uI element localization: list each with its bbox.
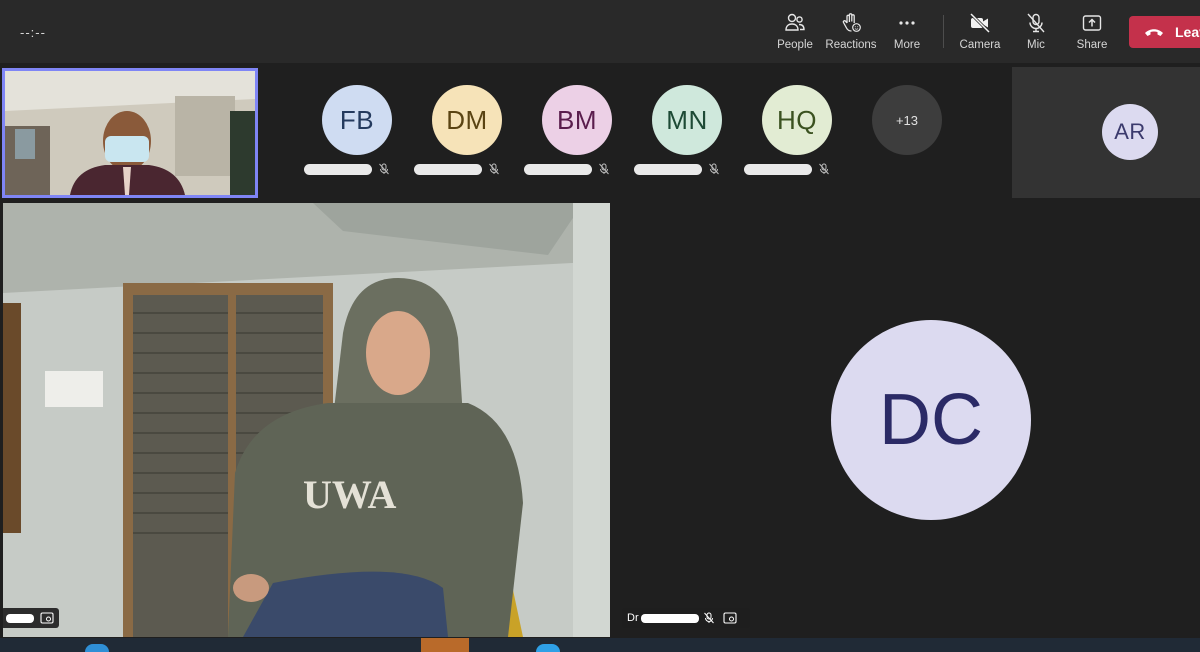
meeting-window: --:-- People Reactions More Camera Mic S… xyxy=(0,0,1200,652)
name-redacted xyxy=(6,613,34,623)
taskbar-app-icon[interactable] xyxy=(421,638,469,652)
reactions-button[interactable]: Reactions xyxy=(822,10,880,58)
avatar: HQ xyxy=(762,85,832,155)
more-button[interactable]: More xyxy=(878,10,936,58)
share-icon xyxy=(1082,15,1102,31)
camera-label: Camera xyxy=(959,39,1001,51)
avatar: DM xyxy=(432,85,502,155)
reactions-label: Reactions xyxy=(825,39,877,51)
main-video[interactable]: UWA xyxy=(3,203,610,637)
meeting-timer: --:-- xyxy=(20,25,46,40)
share-button[interactable]: Share xyxy=(1063,10,1121,58)
avatar: BM xyxy=(542,85,612,155)
camera-off-icon xyxy=(969,12,991,34)
mic-button[interactable]: Mic xyxy=(1007,10,1065,58)
participant-name-redacted xyxy=(524,164,592,175)
participant-name-redacted xyxy=(414,164,482,175)
hoodie-text: UWA xyxy=(303,472,396,517)
mic-off-icon xyxy=(379,163,389,175)
avatar: FB xyxy=(322,85,392,155)
participant-tile[interactable]: BM xyxy=(522,85,632,180)
people-button[interactable]: People xyxy=(766,10,824,58)
name-redacted xyxy=(640,613,699,623)
leave-button[interactable]: Leave xyxy=(1129,16,1200,48)
hang-up-icon xyxy=(1145,29,1163,36)
participant-tile[interactable]: FB xyxy=(302,85,412,180)
avatar: MN xyxy=(652,85,722,155)
taskbar-app-icon[interactable] xyxy=(85,644,109,652)
meeting-toolbar: --:-- People Reactions More Camera Mic S… xyxy=(0,0,1200,63)
mic-off-icon xyxy=(599,163,609,175)
mic-off-icon xyxy=(703,612,714,624)
main-video-feed: UWA xyxy=(3,203,610,637)
more-label: More xyxy=(893,39,921,51)
pin-icon xyxy=(40,612,54,624)
taskbar-app-icon[interactable] xyxy=(536,644,560,652)
more-participants-button[interactable]: +13 xyxy=(872,85,942,155)
mic-off-icon xyxy=(819,163,829,175)
mic-off-icon xyxy=(489,163,499,175)
participant-name-redacted xyxy=(304,164,372,175)
avatar: AR xyxy=(1102,104,1158,160)
share-label: Share xyxy=(1076,39,1108,51)
participant-tile[interactable]: HQ xyxy=(742,85,852,180)
taskbar-strip xyxy=(0,638,1200,652)
participant-tile-dc[interactable]: DC Dr xyxy=(615,203,1200,637)
more-icon xyxy=(899,21,915,25)
self-video-feed xyxy=(5,71,255,195)
pin-icon xyxy=(723,612,737,624)
toolbar-divider xyxy=(943,15,944,48)
participant-tile[interactable]: DM xyxy=(412,85,522,180)
leave-label: Leave xyxy=(1175,24,1200,40)
raise-hand-icon xyxy=(842,13,861,32)
avatar: DC xyxy=(831,320,1031,520)
dc-name-chip: Dr xyxy=(622,608,750,628)
people-icon xyxy=(785,13,805,31)
participant-tile[interactable]: MN xyxy=(632,85,742,180)
people-label: People xyxy=(777,39,813,51)
participant-name-redacted xyxy=(634,164,702,175)
self-video[interactable] xyxy=(2,68,258,198)
camera-button[interactable]: Camera xyxy=(951,10,1009,58)
participant-name-redacted xyxy=(744,164,812,175)
participant-tile-ar[interactable]: AR xyxy=(1012,67,1200,198)
mic-off-icon xyxy=(709,163,719,175)
mic-off-icon xyxy=(1027,13,1045,33)
main-video-name-chip xyxy=(3,608,59,628)
name-prefix: Dr xyxy=(627,612,639,624)
mic-label: Mic xyxy=(1027,39,1045,51)
